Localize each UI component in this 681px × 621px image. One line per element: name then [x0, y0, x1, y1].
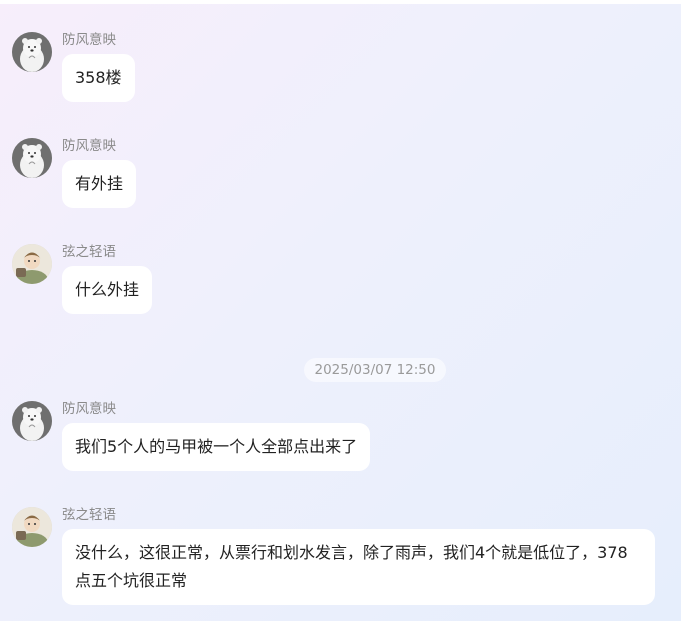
sender-name: 弦之轻语: [62, 507, 116, 523]
message-bubble[interactable]: 什么外挂: [62, 266, 153, 314]
character-avatar[interactable]: [12, 244, 52, 284]
message-bubble[interactable]: 358楼: [62, 54, 135, 102]
sender-name: 防风意映: [62, 401, 116, 417]
chat-message-list[interactable]: 防风意映 358楼 防风意映 有外挂 弦之轻语 什么外挂 2025/03/07 …: [0, 0, 681, 621]
white-bear-avatar[interactable]: [12, 401, 52, 441]
message-bubble[interactable]: 有外挂: [62, 160, 137, 208]
character-avatar[interactable]: [12, 507, 52, 547]
white-bear-avatar[interactable]: [12, 138, 52, 178]
message-bubble[interactable]: 我们5个人的马甲被一个人全部点出来了: [62, 423, 371, 471]
sender-name: 防风意映: [62, 32, 116, 48]
sender-name: 防风意映: [62, 138, 116, 154]
timestamp-divider: 2025/03/07 12:50: [304, 358, 446, 382]
message-bubble[interactable]: 没什么，这很正常，从票行和划水发言，除了雨声，我们4个就是低位了，378点五个坑…: [62, 529, 655, 605]
sender-name: 弦之轻语: [62, 244, 116, 260]
white-bear-avatar[interactable]: [12, 32, 52, 72]
